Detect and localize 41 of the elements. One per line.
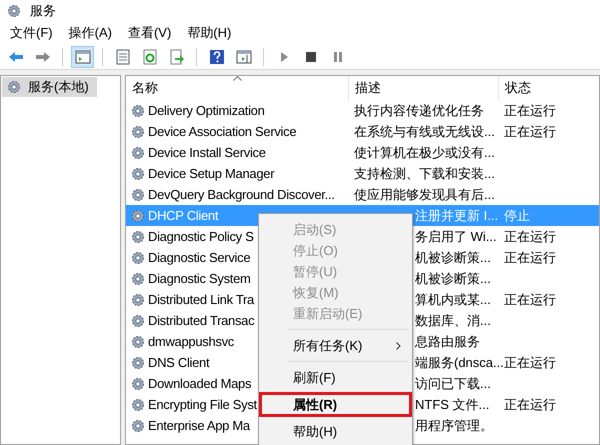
service-description: 访问已下载... xyxy=(415,376,491,391)
service-name: Diagnostic Policy S xyxy=(148,228,254,246)
service-description: NTFS 文件... xyxy=(415,396,490,412)
service-status: 停止 xyxy=(504,208,530,223)
service-description: 执行内容传递优化任务 xyxy=(354,102,484,118)
service-status: 正在运行 xyxy=(504,228,556,244)
service-status: 正在运行 xyxy=(504,292,556,307)
service-name: Device Install Service xyxy=(148,144,266,162)
service-description: 算机内或某... xyxy=(415,292,491,307)
service-description: 息路由服务 xyxy=(415,334,480,349)
service-description: 注册并更新 I... xyxy=(415,208,498,223)
service-status: 正在运行 xyxy=(504,396,556,412)
service-name: Delivery Optimization xyxy=(148,102,265,120)
service-name: DevQuery Background Discover... xyxy=(148,186,335,204)
service-name: Diagnostic System xyxy=(148,270,251,288)
service-description: 数据库、消... xyxy=(415,312,491,328)
service-status: 正在运行 xyxy=(504,354,556,370)
service-name: Encrypting File Syst xyxy=(148,396,257,414)
service-description: 机被诊断策... xyxy=(415,250,491,265)
service-name: DHCP Client xyxy=(148,206,218,225)
service-name: DNS Client xyxy=(148,354,210,372)
service-description: 务启用了 Wi... xyxy=(415,228,497,244)
service-description: 机被诊断策... xyxy=(415,270,491,286)
service-name: Distributed Link Tra xyxy=(148,290,254,309)
service-name: dmwappushsvc xyxy=(148,332,234,351)
service-description: 端服务(dnsca... xyxy=(415,354,504,370)
service-name: Diagnostic Service xyxy=(148,248,250,267)
service-name: Device Association Service xyxy=(148,122,296,141)
service-status: 正在运行 xyxy=(504,250,556,265)
service-description: 在系统与有线或无线设... xyxy=(354,124,495,139)
service-description: 使计算机在极少或没有... xyxy=(354,144,495,160)
window-title: 服务 xyxy=(30,2,56,20)
service-name: Distributed Transac xyxy=(148,312,254,330)
service-description: 支持检测、下载和安装... xyxy=(354,166,495,181)
service-description: 使应用能够发现具有后... xyxy=(354,186,495,202)
service-name: Enterprise App Ma xyxy=(148,416,250,435)
service-name: Device Setup Manager xyxy=(148,164,274,183)
service-name: Downloaded Maps xyxy=(148,374,252,393)
service-status: 正在运行 xyxy=(504,124,556,139)
service-status: 正在运行 xyxy=(504,102,556,118)
service-description: 用程序管理。 xyxy=(415,418,493,433)
